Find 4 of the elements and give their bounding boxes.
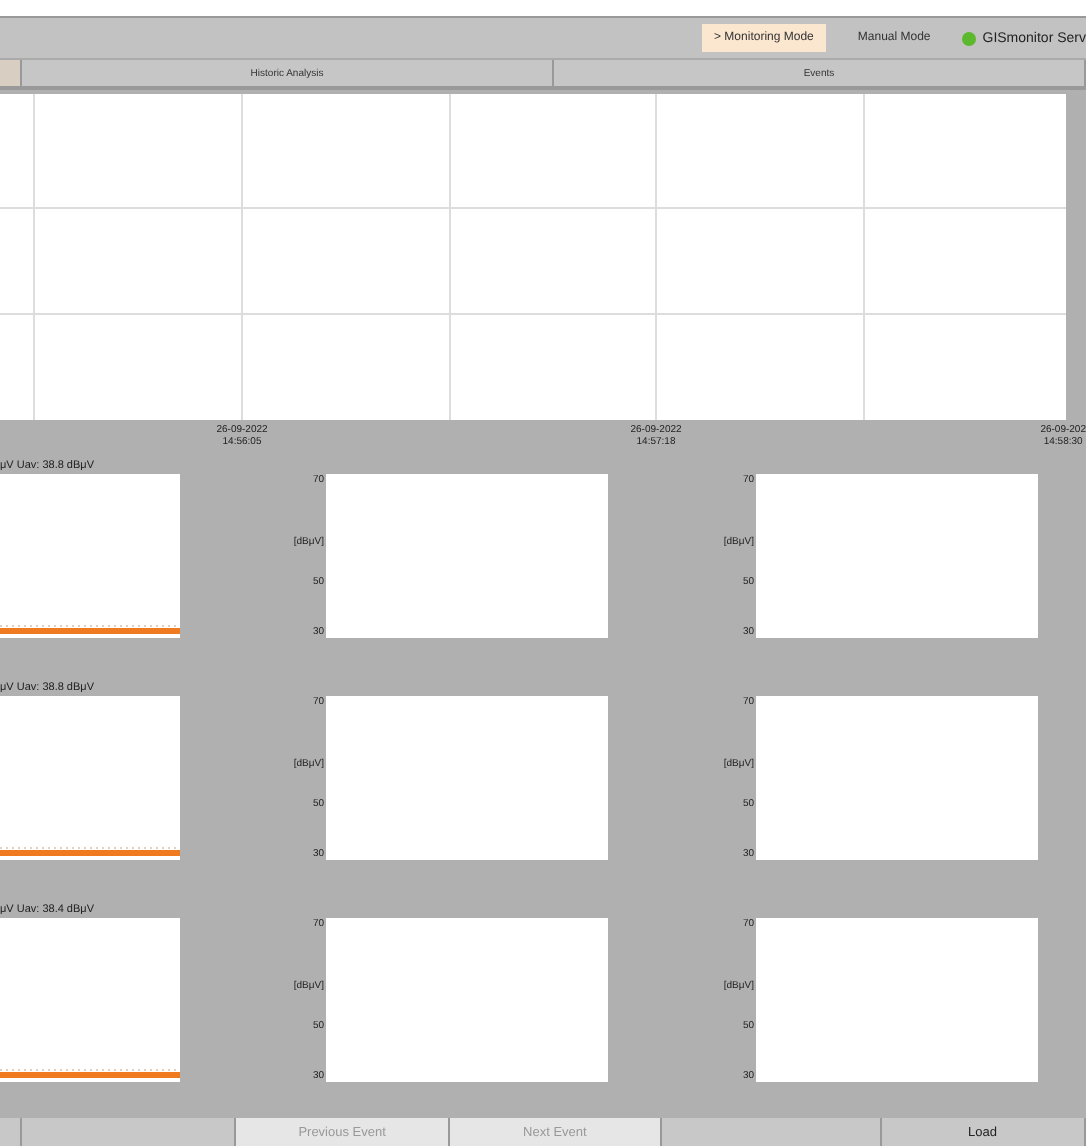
blank-button[interactable] bbox=[662, 1118, 882, 1146]
blank-button[interactable] bbox=[21, 1118, 237, 1146]
tab-stub[interactable] bbox=[0, 60, 22, 86]
blank-button[interactable] bbox=[0, 1118, 22, 1146]
